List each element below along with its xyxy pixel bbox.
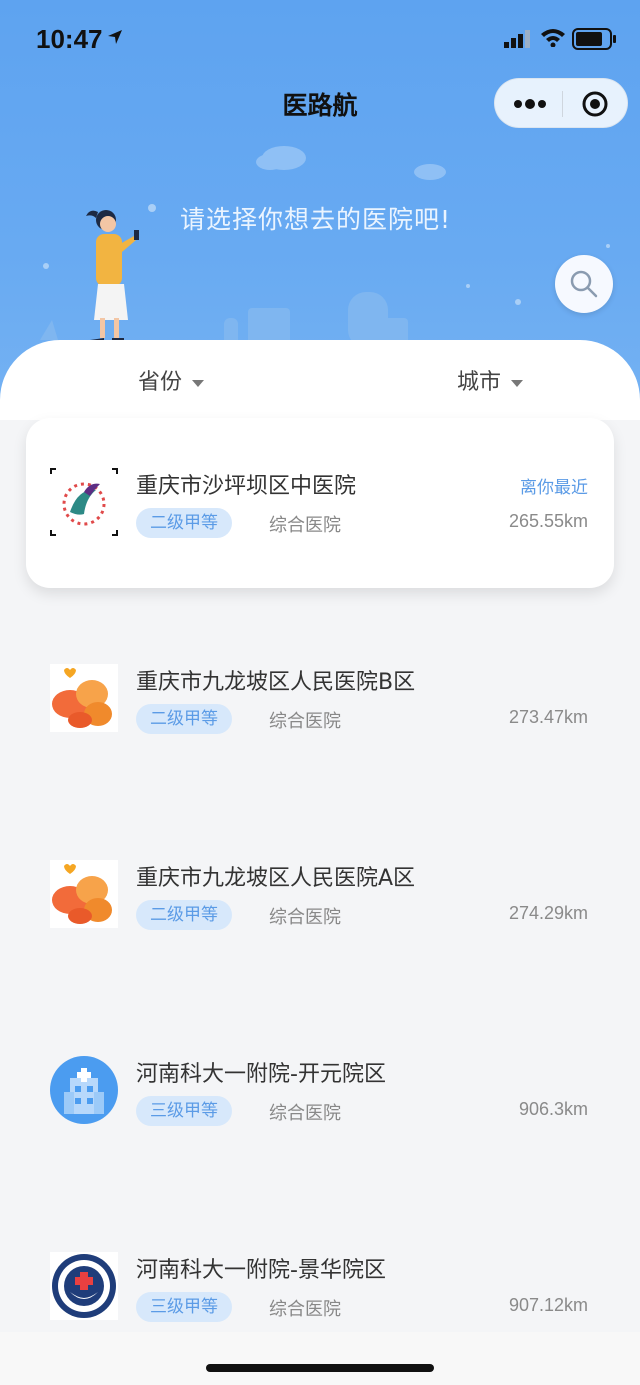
level-tag: 二级甲等 [136,900,232,930]
level-tag: 二级甲等 [136,704,232,734]
distance: 907.12km [508,1295,588,1315]
hero-slogan: 请选择你想去的医院吧! [180,205,452,234]
miniprogram-capsule [494,78,628,128]
hospital-card[interactable]: 河南科大一附院-开元院区 三级甲等 综合医院 906.3km [26,1006,614,1176]
wifi-icon [541,29,565,47]
distance: 273.47km [508,707,588,727]
status-bar: 10:47 [0,0,640,76]
city-filter-label: 城市 [457,370,502,395]
hospital-card[interactable]: 重庆市九龙坡区人民医院A区 二级甲等 综合医院 274.29km [26,810,614,980]
hospital-type: 综合医院 [269,515,341,536]
level-tag: 三级甲等 [136,1096,232,1126]
close-target-icon[interactable] [581,90,609,118]
city-filter[interactable]: 城市 [457,364,524,396]
distance: 265.55km [508,511,588,531]
level-tag: 二级甲等 [136,508,232,538]
caret-down-icon [192,379,205,387]
home-bar [0,1332,640,1385]
search-icon [570,270,598,298]
tcm-logo [50,468,118,536]
status-time: 10:47 [36,24,103,54]
orange-flower-logo [50,664,118,732]
hospital-building-logo [50,1056,118,1124]
location-arrow-icon [108,30,122,44]
hospital-type: 综合医院 [269,907,341,928]
hospital-name: 重庆市沙坪坝区中医院 [136,474,357,499]
caret-down-icon [511,379,524,387]
signal-icon [504,30,530,48]
hospital-type: 综合医院 [269,1103,341,1124]
orange-flower-logo [50,860,118,928]
home-indicator[interactable] [206,1364,434,1372]
hospital-type: 综合医院 [269,1299,341,1320]
hospital-card[interactable]: 重庆市九龙坡区人民医院B区 二级甲等 综合医院 273.47km [26,614,614,784]
level-tag: 三级甲等 [136,1292,232,1322]
hospital-name: 河南科大一附院-开元院区 [136,1062,386,1087]
province-filter[interactable]: 省份 [138,364,205,396]
hospital-card[interactable]: 重庆市沙坪坝区中医院 离你最近 二级甲等 综合医院 265.55km [26,418,614,588]
search-button[interactable] [555,255,613,313]
province-filter-label: 省份 [138,370,183,395]
distance: 906.3km [518,1099,588,1119]
filter-bar: 省份 城市 [0,340,640,420]
nearest-badge: 离你最近 [520,478,588,498]
more-icon[interactable] [513,97,547,111]
girl-illustration [86,210,139,343]
hospital-name: 河南科大一附院-景华院区 [136,1258,386,1283]
capsule-divider [562,91,563,117]
battery-icon [572,28,616,50]
hospital-name: 重庆市九龙坡区人民医院B区 [136,670,416,695]
distance: 274.29km [508,903,588,923]
hospital-type: 综合医院 [269,711,341,732]
emblem-logo [50,1252,118,1320]
hospital-name: 重庆市九龙坡区人民医院A区 [136,866,416,891]
